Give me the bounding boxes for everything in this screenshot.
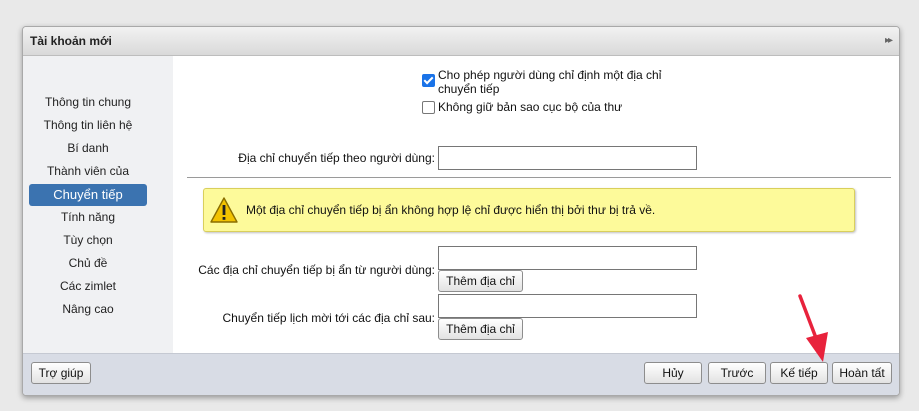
dialog-titlebar: Tài khoản mới ▸▸ bbox=[23, 27, 899, 56]
sidebar-item-forwarding[interactable]: Chuyển tiếp bbox=[29, 184, 147, 206]
allow-user-forward-label-line2: chuyển tiếp bbox=[438, 82, 500, 96]
calendar-forward-label: Chuyển tiếp lịch mời tới các địa chỉ sau… bbox=[222, 311, 436, 325]
calendar-forward-input[interactable] bbox=[438, 294, 697, 318]
allow-user-forward-checkbox[interactable] bbox=[422, 74, 435, 87]
sidebar: Thông tin chung Thông tin liên hệ Bí dan… bbox=[23, 56, 174, 353]
sidebar-item-features[interactable]: Tính năng bbox=[29, 206, 147, 228]
hidden-forward-label: Các địa chỉ chuyển tiếp bị ẩn từ người d… bbox=[198, 263, 435, 277]
allow-user-forward-label-line1: Cho phép người dùng chỉ định một địa chỉ bbox=[438, 68, 662, 82]
hidden-forward-input[interactable] bbox=[438, 246, 697, 270]
sidebar-item-member-of[interactable]: Thành viên của bbox=[29, 160, 147, 182]
user-forward-address-label: Địa chỉ chuyển tiếp theo người dùng: bbox=[238, 151, 435, 165]
section-divider bbox=[187, 177, 891, 178]
sidebar-item-advanced[interactable]: Nâng cao bbox=[29, 298, 147, 320]
no-local-copy-label: Không giữ bản sao cục bộ của thư bbox=[438, 100, 623, 114]
calendar-forward-add-button[interactable]: Thêm địa chỉ bbox=[438, 318, 523, 340]
previous-button[interactable]: Trước bbox=[708, 362, 766, 384]
dialog-title: Tài khoản mới bbox=[30, 34, 112, 48]
hidden-forward-add-button[interactable]: Thêm địa chỉ bbox=[438, 270, 523, 292]
warning-banner: Một địa chỉ chuyển tiếp bị ẩn không hợp … bbox=[203, 188, 855, 232]
warning-text: Một địa chỉ chuyển tiếp bị ẩn không hợp … bbox=[246, 203, 656, 217]
help-button[interactable]: Trợ giúp bbox=[31, 362, 91, 384]
allow-user-forward-label: Cho phép người dùng chỉ định một địa chỉ… bbox=[438, 68, 698, 96]
annotation-arrow-icon bbox=[798, 294, 828, 362]
sidebar-item-contact-info[interactable]: Thông tin liên hệ bbox=[29, 114, 147, 136]
sidebar-item-aliases[interactable]: Bí danh bbox=[29, 137, 147, 159]
sidebar-item-themes[interactable]: Chủ đề bbox=[29, 252, 147, 274]
collapse-icon[interactable]: ▸▸ bbox=[885, 35, 893, 46]
sidebar-item-general-info[interactable]: Thông tin chung bbox=[29, 91, 147, 113]
warning-icon bbox=[210, 197, 238, 223]
no-local-copy-checkbox[interactable] bbox=[422, 101, 435, 114]
user-forward-address-input[interactable] bbox=[438, 146, 697, 170]
finish-button[interactable]: Hoàn tất bbox=[832, 362, 892, 384]
dialog-footer: Trợ giúp Hủy Trước Kế tiếp Hoàn tất bbox=[23, 353, 899, 395]
new-account-dialog: Tài khoản mới ▸▸ Thông tin chung Thông t… bbox=[22, 26, 900, 396]
sidebar-item-preferences[interactable]: Tùy chọn bbox=[29, 229, 147, 251]
cancel-button[interactable]: Hủy bbox=[644, 362, 702, 384]
sidebar-item-zimlets[interactable]: Các zimlet bbox=[29, 275, 147, 297]
